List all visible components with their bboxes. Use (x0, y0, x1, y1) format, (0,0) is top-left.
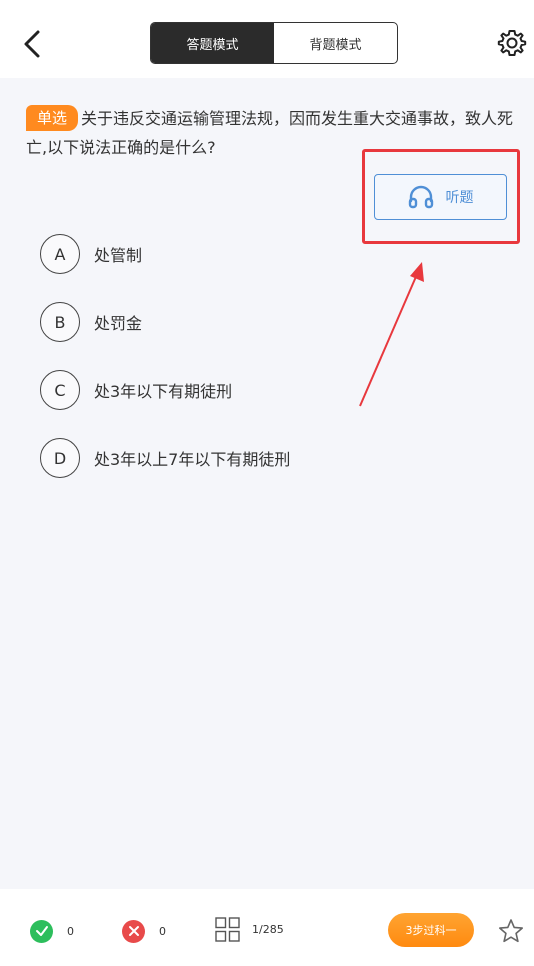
option-b[interactable]: B 处罚金 (40, 302, 480, 342)
option-c-text: 处3年以下有期徒刑 (94, 382, 233, 401)
tab-recite-mode[interactable]: 背题模式 (274, 23, 397, 63)
option-a-text: 处管制 (94, 246, 143, 265)
tab-answer-mode[interactable]: 答题模式 (151, 23, 274, 63)
headphones-icon (408, 185, 433, 209)
question-list-button[interactable]: 1/285 (215, 916, 284, 942)
three-step-pass-button[interactable]: 3步过科一 (388, 913, 474, 947)
back-button[interactable] (14, 24, 50, 64)
wrong-stat[interactable]: 0 (122, 919, 166, 943)
grid-icon (215, 916, 240, 942)
listen-button-label: 听题 (445, 190, 474, 206)
listen-button[interactable]: 听题 (374, 174, 507, 220)
settings-button[interactable] (494, 24, 530, 62)
option-a-letter: A (40, 234, 80, 274)
gear-icon (497, 30, 527, 56)
correct-stat[interactable]: 0 (30, 919, 74, 943)
option-d-letter: D (40, 438, 80, 478)
option-b-letter: B (40, 302, 80, 342)
check-icon (30, 919, 53, 943)
cross-icon (122, 919, 145, 943)
top-bar: 答题模式 背题模式 (0, 0, 534, 78)
question-type-badge: 单选 (26, 105, 79, 131)
option-c[interactable]: C 处3年以下有期徒刑 (40, 370, 480, 410)
correct-count: 0 (67, 924, 74, 938)
mode-switch: 答题模式 背题模式 (150, 22, 398, 64)
chevron-left-icon (24, 30, 40, 58)
option-a[interactable]: A 处管制 (40, 234, 480, 274)
option-b-text: 处罚金 (94, 314, 143, 333)
wrong-count: 0 (159, 924, 166, 938)
bottom-bar: 0 0 1/285 3步过科一 (0, 889, 534, 966)
star-icon (498, 919, 524, 943)
favorite-button[interactable] (498, 918, 524, 944)
option-c-letter: C (40, 370, 80, 410)
option-d-text: 处3年以上7年以下有期徒刑 (94, 450, 291, 469)
option-d[interactable]: D 处3年以上7年以下有期徒刑 (40, 438, 480, 478)
progress-indicator: 1/285 (252, 922, 284, 936)
